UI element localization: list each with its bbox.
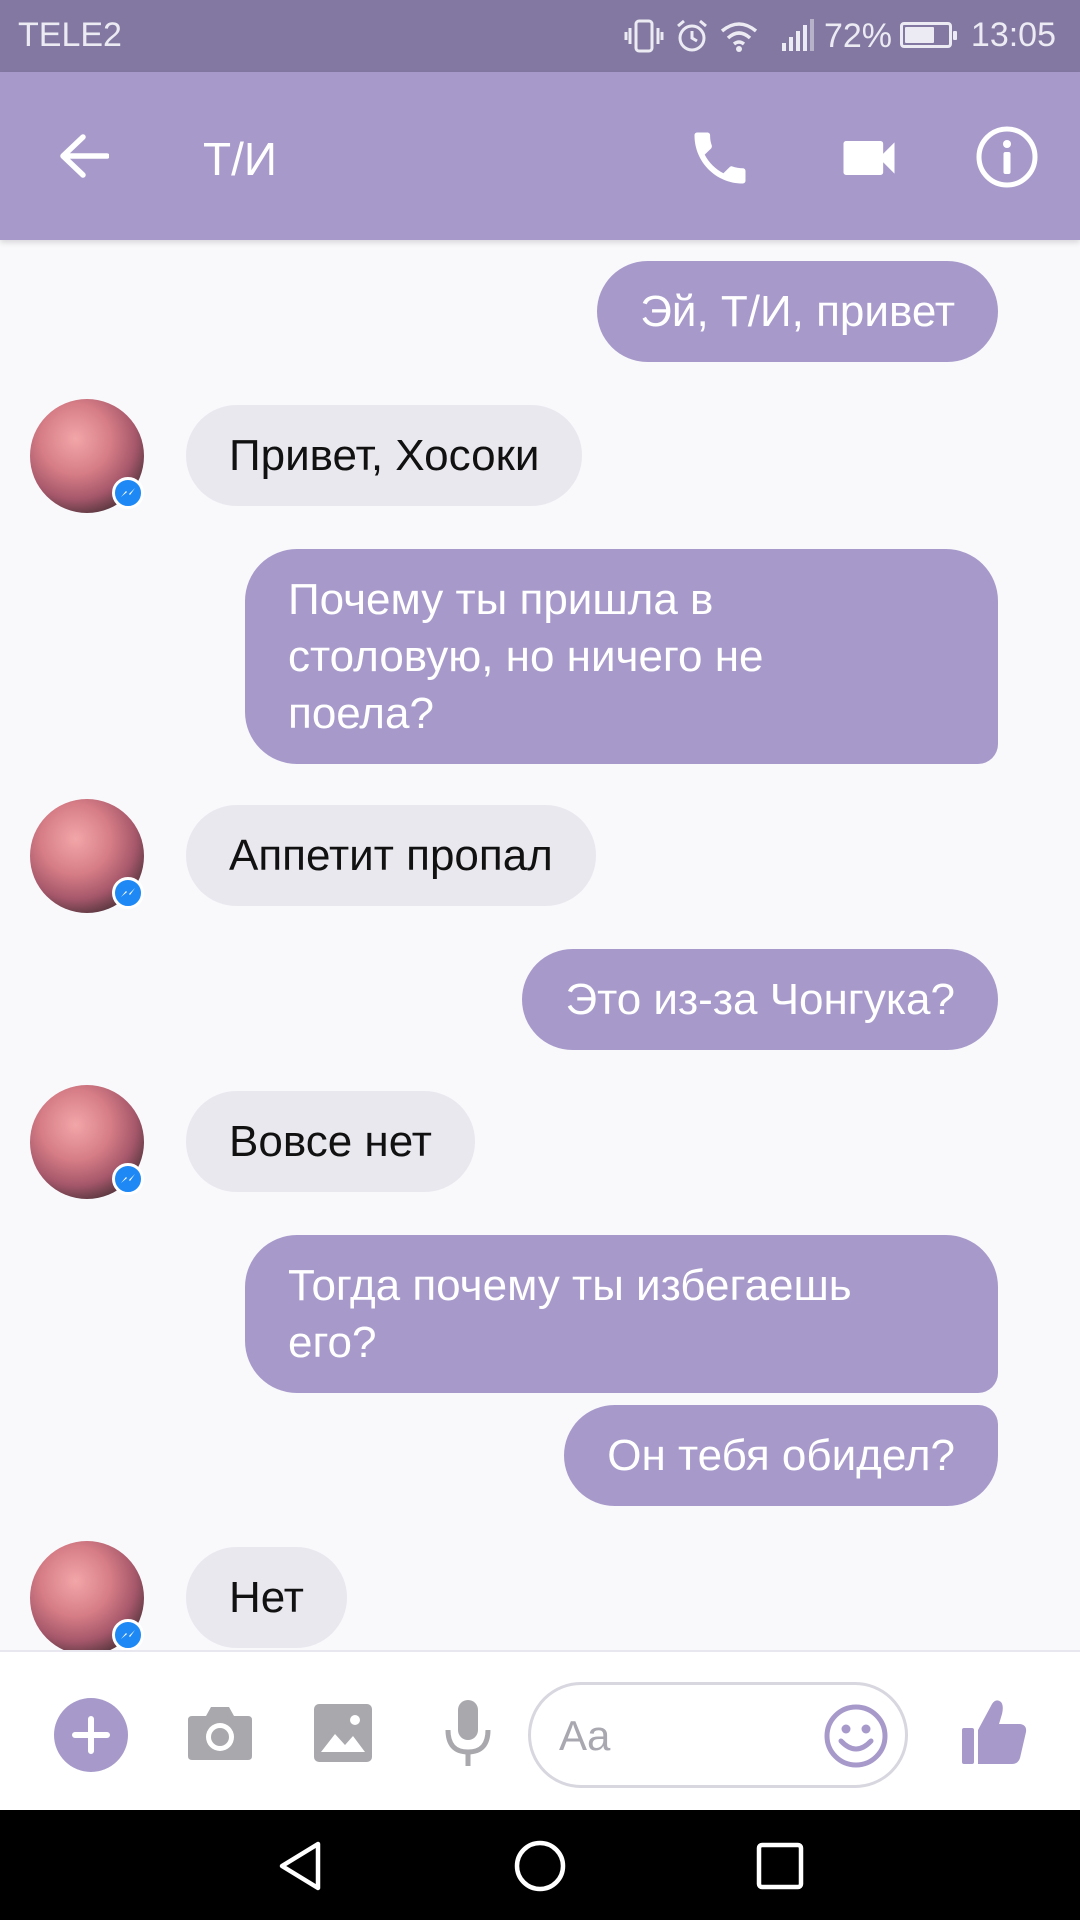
- voice-call-button[interactable]: [686, 124, 754, 192]
- home-circle-icon: [514, 1840, 566, 1892]
- emoji-icon: [824, 1704, 888, 1768]
- video-camera-icon: [843, 141, 895, 175]
- message-input-field[interactable]: [528, 1682, 908, 1788]
- battery-percent: 72%: [823, 16, 892, 55]
- info-icon: [976, 126, 1038, 188]
- avatar[interactable]: [30, 1085, 144, 1199]
- chat-header: Т/И: [0, 72, 1080, 240]
- avatar[interactable]: [30, 799, 144, 913]
- battery-icon: [900, 22, 957, 48]
- alarm-icon: [676, 19, 707, 52]
- recents-square-icon: [756, 1842, 804, 1890]
- image-icon: [314, 1704, 372, 1762]
- camera-button[interactable]: [186, 1702, 254, 1764]
- messenger-badge-icon: [112, 1163, 144, 1195]
- messenger-badge-icon: [112, 877, 144, 909]
- signal-icon: [781, 19, 814, 51]
- outgoing-message[interactable]: Это из-за Чонгука?: [522, 949, 998, 1050]
- nav-recents-button[interactable]: [752, 1838, 808, 1894]
- camera-icon: [188, 1707, 252, 1760]
- messenger-badge-icon: [112, 1619, 144, 1650]
- plus-icon: [72, 1716, 110, 1754]
- battery-level: [905, 27, 935, 43]
- info-button[interactable]: [974, 124, 1040, 190]
- outgoing-message[interactable]: Тогда почему ты избегаешь его?: [245, 1235, 998, 1393]
- wifi-icon: [720, 22, 758, 52]
- message-list[interactable]: Эй, Т/И, привет Привет, Хосоки Почему ты…: [0, 240, 1080, 1650]
- incoming-message[interactable]: Привет, Хосоки: [186, 405, 583, 506]
- outgoing-message[interactable]: Эй, Т/И, привет: [597, 261, 998, 362]
- back-button[interactable]: [52, 124, 116, 188]
- chat-title[interactable]: Т/И: [203, 132, 277, 186]
- incoming-message[interactable]: Аппетит пропал: [186, 805, 596, 906]
- microphone-icon: [445, 1700, 491, 1766]
- avatar[interactable]: [30, 1541, 144, 1650]
- vibrate-icon: [624, 19, 664, 53]
- video-call-button[interactable]: [834, 124, 904, 192]
- nav-home-button[interactable]: [512, 1838, 568, 1894]
- nav-back-button[interactable]: [272, 1838, 328, 1894]
- gallery-button[interactable]: [312, 1702, 374, 1764]
- messenger-badge-icon: [112, 477, 144, 509]
- clock: 13:05: [970, 16, 1056, 54]
- incoming-message[interactable]: Вовсе нет: [186, 1091, 475, 1192]
- system-navigation-bar: [0, 1810, 1080, 1920]
- outgoing-message[interactable]: Почему ты пришла в столовую, но ничего н…: [245, 549, 998, 764]
- incoming-message[interactable]: Нет: [186, 1547, 347, 1648]
- back-arrow-icon: [60, 134, 109, 178]
- carrier-name: TELE2: [18, 16, 122, 54]
- status-bar: TELE2 72% 13:05: [0, 0, 1080, 72]
- status-icons: 72%: [624, 14, 892, 58]
- composer-bar: [0, 1650, 1080, 1812]
- thumbs-up-icon: [962, 1700, 1027, 1764]
- back-triangle-icon: [279, 1841, 321, 1891]
- emoji-button[interactable]: [823, 1703, 889, 1769]
- avatar[interactable]: [30, 399, 144, 513]
- outgoing-message[interactable]: Он тебя обидел?: [564, 1405, 998, 1506]
- like-button[interactable]: [960, 1698, 1028, 1768]
- add-button[interactable]: [54, 1698, 128, 1772]
- phone-icon: [694, 132, 746, 184]
- voice-message-button[interactable]: [444, 1698, 492, 1770]
- message-input[interactable]: [557, 1707, 811, 1765]
